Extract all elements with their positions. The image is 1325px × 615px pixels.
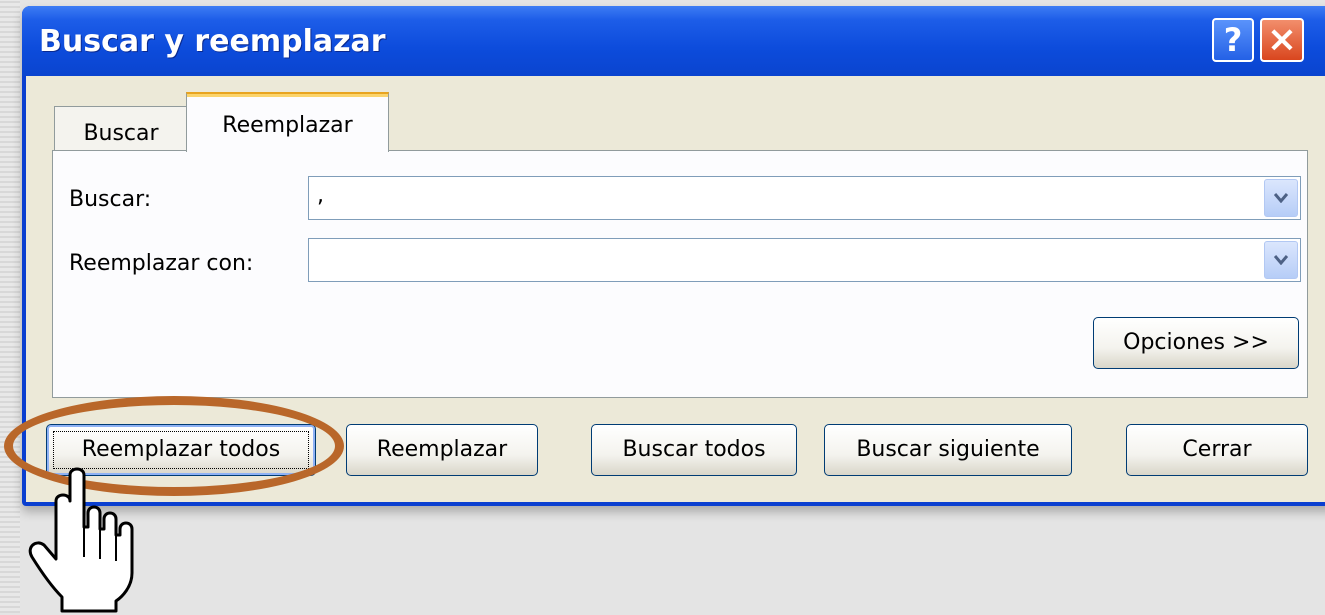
- close-button[interactable]: Cerrar: [1126, 424, 1308, 476]
- replace-label: Reemplazar con:: [69, 251, 254, 276]
- find-input[interactable]: ,: [317, 183, 324, 208]
- replace-dropdown-chevron-down-icon[interactable]: [1264, 241, 1298, 279]
- title-bar: Buscar y reemplazar ? ×: [22, 6, 1325, 76]
- tab-buscar-label: Buscar: [83, 121, 159, 146]
- tab-reemplazar[interactable]: Reemplazar: [186, 92, 389, 152]
- hand-pointer-icon: [28, 467, 134, 613]
- dialog-title: Buscar y reemplazar: [39, 24, 386, 59]
- replace-combobox[interactable]: [308, 238, 1301, 282]
- find-dropdown-chevron-down-icon[interactable]: [1264, 179, 1298, 217]
- find-next-button[interactable]: Buscar siguiente: [824, 424, 1072, 476]
- tab-buscar[interactable]: Buscar: [54, 106, 188, 152]
- find-all-button[interactable]: Buscar todos: [591, 424, 797, 476]
- focus-ring: [53, 431, 309, 469]
- background-stripe: [0, 0, 20, 613]
- find-combobox[interactable]: ,: [308, 176, 1301, 220]
- dialog-body: Buscar Reemplazar Buscar: , Reemplazar c…: [26, 76, 1325, 502]
- options-button[interactable]: Opciones >>: [1093, 317, 1299, 369]
- find-replace-dialog: Buscar y reemplazar ? × Buscar Reemplaza…: [22, 6, 1325, 506]
- help-button[interactable]: ?: [1212, 18, 1254, 62]
- close-window-button[interactable]: ×: [1260, 18, 1304, 62]
- replace-button[interactable]: Reemplazar: [346, 424, 538, 476]
- tab-reemplazar-label: Reemplazar: [222, 113, 353, 138]
- replace-tab-panel: Buscar: , Reemplazar con: Opciones >>: [52, 150, 1308, 398]
- find-label: Buscar:: [69, 187, 152, 212]
